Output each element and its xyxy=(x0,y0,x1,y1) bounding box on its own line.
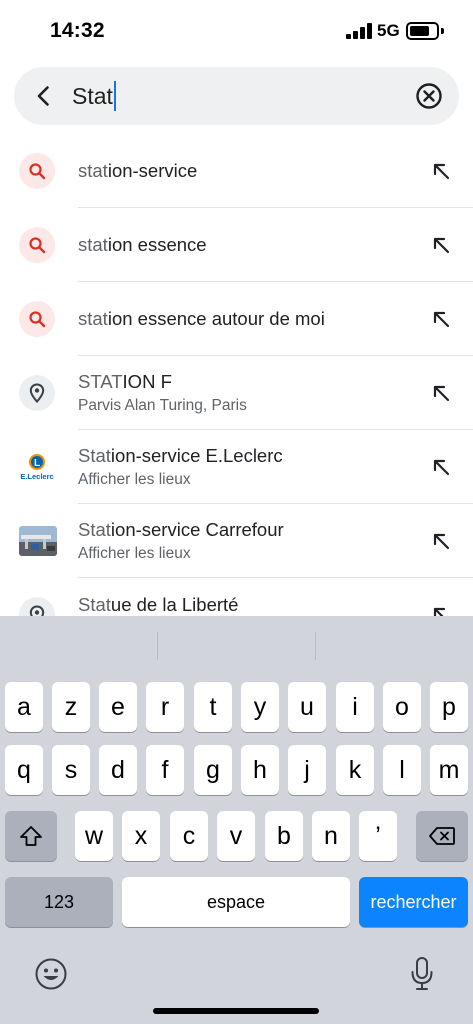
status-bar: 14:32 5G xyxy=(0,0,473,60)
key-l[interactable]: l xyxy=(383,745,421,795)
shift-icon xyxy=(20,826,42,846)
suggestion-title: Statue de la Liberté xyxy=(78,594,239,615)
key-s[interactable]: s xyxy=(52,745,90,795)
key-x[interactable]: x xyxy=(122,811,160,861)
location-pin-icon xyxy=(19,375,55,411)
fill-query-arrow-icon[interactable] xyxy=(430,456,452,478)
suggestion-row[interactable]: station essence xyxy=(0,208,473,282)
fill-query-arrow-icon[interactable] xyxy=(430,604,452,616)
cellular-signal-icon xyxy=(346,23,372,39)
key-c[interactable]: c xyxy=(170,811,208,861)
search-icon xyxy=(19,227,55,263)
dictation-button[interactable] xyxy=(404,954,440,994)
prediction-bar xyxy=(0,616,473,674)
clear-circle-icon xyxy=(416,83,442,109)
prediction-separator xyxy=(315,632,316,660)
key-v[interactable]: v xyxy=(217,811,255,861)
space-key[interactable]: espace xyxy=(122,877,350,927)
suggestion-subtitle: Afficher les lieux xyxy=(78,471,191,488)
fill-query-arrow-icon[interactable] xyxy=(430,530,452,552)
key-o[interactable]: o xyxy=(383,682,421,732)
key-a[interactable]: a xyxy=(5,682,43,732)
keyboard: a z e r t y u i o p q s d f g h j k l m … xyxy=(0,616,473,1024)
key-b[interactable]: b xyxy=(265,811,303,861)
shift-key[interactable] xyxy=(5,811,57,861)
fill-query-arrow-icon[interactable] xyxy=(430,382,452,404)
suggestion-row[interactable]: STATION F Parvis Alan Turing, Paris xyxy=(0,356,473,430)
suggestion-title: Station-service E.Leclerc xyxy=(78,445,283,466)
key-i[interactable]: i xyxy=(336,682,374,732)
prediction-separator xyxy=(157,632,158,660)
search-icon xyxy=(19,153,55,189)
suggestion-list: station-service station essence station … xyxy=(0,134,473,616)
chevron-left-icon xyxy=(37,86,49,106)
key-g[interactable]: g xyxy=(194,745,232,795)
key-f[interactable]: f xyxy=(146,745,184,795)
key-u[interactable]: u xyxy=(288,682,326,732)
search-input[interactable]: Stat xyxy=(72,80,116,112)
suggestion-row[interactable]: L E.Leclerc Station-service E.Leclerc Af… xyxy=(0,430,473,504)
leclerc-logo: L E.Leclerc xyxy=(19,449,55,485)
suggestion-subtitle: Parvis Alan Turing, Paris xyxy=(78,397,247,414)
suggestion-title: Station-service Carrefour xyxy=(78,519,284,540)
battery-icon xyxy=(406,22,439,40)
suggestion-row[interactable]: station-service xyxy=(0,134,473,208)
search-bar: Stat xyxy=(14,67,459,125)
fill-query-arrow-icon[interactable] xyxy=(430,234,452,256)
fill-query-arrow-icon[interactable] xyxy=(430,160,452,182)
key-n[interactable]: n xyxy=(312,811,350,861)
suggestion-subtitle: Afficher les lieux xyxy=(78,545,191,562)
key-r[interactable]: r xyxy=(146,682,184,732)
key-e[interactable]: e xyxy=(99,682,137,732)
key-d[interactable]: d xyxy=(99,745,137,795)
key-t[interactable]: t xyxy=(194,682,232,732)
key-z[interactable]: z xyxy=(52,682,90,732)
key-q[interactable]: q xyxy=(5,745,43,795)
backspace-icon xyxy=(429,827,455,845)
station-photo xyxy=(19,526,57,556)
key-j[interactable]: j xyxy=(288,745,326,795)
suggestion-row[interactable]: Statue de la Liberté xyxy=(0,578,473,616)
emoji-icon xyxy=(35,958,67,990)
delete-key[interactable] xyxy=(416,811,468,861)
network-type: 5G xyxy=(377,21,400,40)
key-m[interactable]: m xyxy=(430,745,468,795)
suggestion-row[interactable]: station essence autour de moi xyxy=(0,282,473,356)
numbers-key[interactable]: 123 xyxy=(5,877,113,927)
back-button[interactable] xyxy=(26,78,62,114)
text-caret xyxy=(113,81,116,112)
key-y[interactable]: y xyxy=(241,682,279,732)
suggestion-title: station-service xyxy=(78,160,198,181)
clear-button[interactable] xyxy=(414,81,444,111)
emoji-button[interactable] xyxy=(33,956,69,992)
key-apostrophe[interactable]: ’ xyxy=(359,811,397,861)
microphone-icon xyxy=(411,957,433,990)
key-w[interactable]: w xyxy=(75,811,113,861)
suggestion-title: station essence xyxy=(78,234,207,255)
search-icon xyxy=(19,301,55,337)
key-k[interactable]: k xyxy=(336,745,374,795)
home-indicator[interactable] xyxy=(153,1008,319,1014)
suggestion-row[interactable]: Station-service Carrefour Afficher les l… xyxy=(0,504,473,578)
search-return-key[interactable]: rechercher xyxy=(359,877,468,927)
status-time: 14:32 xyxy=(50,19,105,42)
svg-text:L: L xyxy=(34,458,40,469)
suggestion-title: station essence autour de moi xyxy=(78,308,325,329)
key-h[interactable]: h xyxy=(241,745,279,795)
suggestion-title: STATION F xyxy=(78,371,172,392)
battery-tip xyxy=(441,28,444,34)
fill-query-arrow-icon[interactable] xyxy=(430,308,452,330)
search-query: Stat xyxy=(72,83,113,109)
key-p[interactable]: p xyxy=(430,682,468,732)
location-pin-icon xyxy=(19,597,55,616)
